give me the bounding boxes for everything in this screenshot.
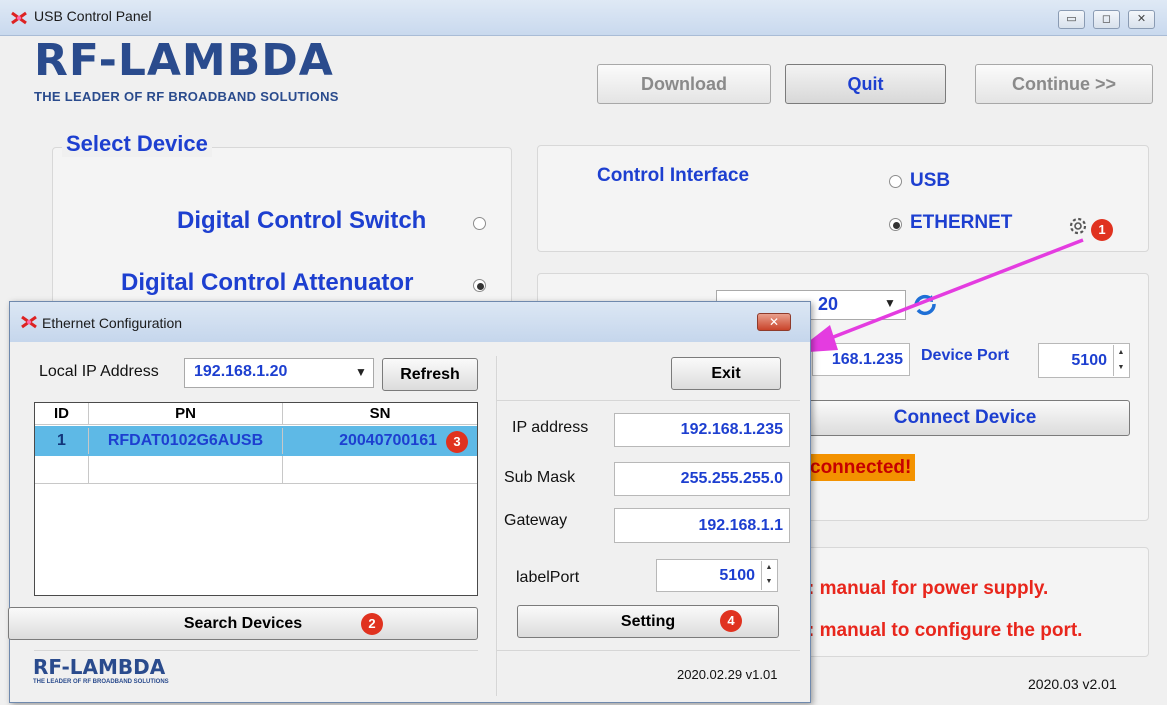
quit-button[interactable]: Quit <box>785 64 946 104</box>
port-field[interactable]: 5100 <box>656 559 778 592</box>
device-option-switch-radio[interactable] <box>473 217 486 230</box>
port-spinner-icon[interactable]: ▲ ▼ <box>1113 345 1128 376</box>
ethernet-config-dialog: Ethernet Configuration ✕ Local IP Addres… <box>8 301 811 703</box>
search-devices-button[interactable]: Search Devices <box>8 607 478 640</box>
note-power-supply: : manual for power supply. <box>808 578 1049 599</box>
app-logo-icon <box>11 11 27 25</box>
connection-status-text: connected! <box>806 454 916 481</box>
refresh-button[interactable]: Refresh <box>382 358 478 391</box>
table-header-id: ID <box>35 403 89 425</box>
local-ip-label: Local IP Address <box>39 363 159 380</box>
left-divider <box>34 650 478 652</box>
step-badge-3: 3 <box>446 431 468 453</box>
dialog-title: Ethernet Configuration <box>42 315 183 331</box>
row-id: 1 <box>35 428 89 454</box>
brand-tagline: THE LEADER OF RF BROADBAND SOLUTIONS <box>34 89 339 104</box>
device-option-attenuator-radio[interactable] <box>473 279 486 292</box>
exit-button[interactable]: Exit <box>671 357 781 390</box>
interface-usb-label: USB <box>910 170 951 191</box>
gateway-label: Gateway <box>504 512 568 529</box>
download-button[interactable]: Download <box>597 64 771 104</box>
select-device-title: Select Device <box>62 131 212 157</box>
minimize-button[interactable]: ▭ <box>1058 10 1085 29</box>
device-option-switch-label: Digital Control Switch <box>177 207 427 234</box>
port-spinner-icon[interactable]: ▲ ▼ <box>761 561 776 590</box>
row-sn: 20040700161 <box>339 432 437 449</box>
window-title: USB Control Panel <box>34 8 152 24</box>
device-option-attenuator-label: Digital Control Attenuator <box>121 269 414 296</box>
step-badge-4: 4 <box>720 610 742 632</box>
dialog-brand-tagline: THE LEADER OF RF BROADBAND SOLUTIONS <box>33 679 169 685</box>
pointer-arrow-icon <box>794 238 1084 353</box>
close-button[interactable]: ✕ <box>1128 10 1155 29</box>
gateway-field[interactable]: 192.168.1.1 <box>614 508 790 543</box>
continue-button[interactable]: Continue >> <box>975 64 1153 104</box>
control-interface-title: Control Interface <box>597 165 750 186</box>
connect-device-button[interactable]: Connect Device <box>800 400 1130 436</box>
sub-mask-field[interactable]: 255.255.255.0 <box>614 462 790 496</box>
device-table: ID PN SN 1 RFDAT0102G6AUSB 20040700161 3 <box>34 402 478 596</box>
grid-line <box>88 456 89 484</box>
brand-logo: RF-LAMBDA <box>34 35 334 86</box>
dialog-app-icon <box>21 315 37 329</box>
step-badge-2: 2 <box>361 613 383 635</box>
note-configure-port: : manual to configure the port. <box>808 620 1083 641</box>
right-bottom-divider <box>497 650 800 652</box>
ip-address-label: IP address <box>512 419 589 436</box>
maximize-button[interactable]: ◻ <box>1093 10 1120 29</box>
interface-usb-radio[interactable] <box>889 175 902 188</box>
local-ip-value: 192.168.1.20 <box>194 363 288 380</box>
table-header-sn: SN <box>283 403 477 425</box>
ip-address-field[interactable]: 192.168.1.235 <box>614 413 790 447</box>
table-header-pn: PN <box>89 403 283 425</box>
main-version-label: 2020.03 v2.01 <box>1028 676 1117 692</box>
local-ip-chevron-icon: ▼ <box>355 365 367 379</box>
dialog-brand-logo: RF-LAMBDA <box>33 655 166 679</box>
port-label: labelPort <box>516 569 580 586</box>
sub-mask-label: Sub Mask <box>504 469 576 486</box>
setting-label: Setting <box>620 613 676 630</box>
dialog-close-button[interactable]: ✕ <box>757 313 791 331</box>
table-row-empty[interactable] <box>35 456 477 484</box>
right-top-divider <box>497 400 800 402</box>
row-pn: RFDAT0102G6AUSB <box>89 428 283 454</box>
grid-line <box>282 456 283 484</box>
table-row[interactable]: 1 RFDAT0102G6AUSB 20040700161 3 <box>35 426 477 456</box>
dialog-version-label: 2020.02.29 v1.01 <box>677 667 778 682</box>
main-titlebar <box>0 0 1167 36</box>
search-devices-label: Search Devices <box>183 615 303 632</box>
vertical-divider <box>496 356 498 696</box>
